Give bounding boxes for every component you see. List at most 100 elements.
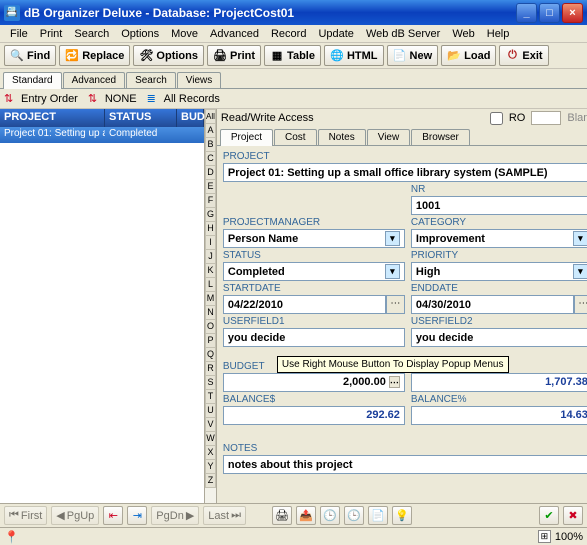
tab-standard[interactable]: Standard bbox=[3, 72, 62, 89]
tab-advanced[interactable]: Advanced bbox=[63, 72, 125, 88]
pgdn-button[interactable]: PgDn▶ bbox=[151, 506, 199, 525]
alpha-v[interactable]: V bbox=[205, 417, 216, 432]
menu-advanced[interactable]: Advanced bbox=[204, 26, 265, 42]
menu-print[interactable]: Print bbox=[34, 26, 69, 42]
ellipsis-icon[interactable]: ⋯ bbox=[389, 376, 400, 388]
alpha-e[interactable]: E bbox=[205, 179, 216, 194]
last-button[interactable]: Last⏭ bbox=[203, 506, 246, 525]
new-button[interactable]: 📄New bbox=[387, 45, 439, 66]
col-status[interactable]: STATUS bbox=[105, 109, 177, 127]
check-icon-button[interactable]: ✔ bbox=[539, 506, 559, 525]
alpha-k[interactable]: K bbox=[205, 263, 216, 278]
alpha-c[interactable]: C bbox=[205, 151, 216, 166]
clock2-icon-button[interactable]: 🕒 bbox=[344, 506, 364, 525]
alpha-a[interactable]: A bbox=[205, 123, 216, 138]
col-project[interactable]: PROJECT bbox=[0, 109, 105, 127]
tab-views[interactable]: Views bbox=[177, 72, 222, 88]
alpha-all[interactable]: All bbox=[205, 109, 216, 124]
category-select[interactable]: Improvement▾ bbox=[411, 229, 587, 248]
alpha-p[interactable]: P bbox=[205, 333, 216, 348]
alpha-r[interactable]: R bbox=[205, 361, 216, 376]
startdate-field[interactable] bbox=[223, 295, 386, 314]
exit-button[interactable]: ⏻Exit bbox=[499, 45, 548, 66]
userfield2-field[interactable] bbox=[411, 328, 587, 347]
alpha-f[interactable]: F bbox=[205, 193, 216, 208]
alpha-n[interactable]: N bbox=[205, 305, 216, 320]
tab-view[interactable]: View bbox=[367, 129, 411, 145]
next-record-icon[interactable]: ⇥ bbox=[127, 506, 147, 525]
alpha-u[interactable]: U bbox=[205, 403, 216, 418]
filter-none-button[interactable]: ⇅NONE bbox=[88, 92, 137, 106]
find-button[interactable]: 🔍Find bbox=[4, 45, 56, 66]
maximize-button[interactable]: □ bbox=[539, 3, 560, 23]
menu-options[interactable]: Options bbox=[115, 26, 165, 42]
menu-help[interactable]: Help bbox=[481, 26, 516, 42]
menu-move[interactable]: Move bbox=[165, 26, 204, 42]
menu-web[interactable]: Web bbox=[446, 26, 480, 42]
minimize-button[interactable]: _ bbox=[516, 3, 537, 23]
alpha-z[interactable]: Z bbox=[205, 473, 216, 488]
pgup-button[interactable]: ◀PgUp bbox=[51, 506, 99, 525]
alpha-l[interactable]: L bbox=[205, 277, 216, 292]
load-button[interactable]: 📂Load bbox=[441, 45, 496, 66]
all-records-button[interactable]: ≣All Records bbox=[147, 92, 220, 106]
col-bud[interactable]: BUD bbox=[177, 109, 204, 127]
tab-browser[interactable]: Browser bbox=[411, 129, 470, 145]
date-picker-icon[interactable]: ⋯ bbox=[386, 295, 405, 314]
menu-file[interactable]: File bbox=[4, 26, 34, 42]
notes-field[interactable] bbox=[223, 455, 587, 474]
alpha-o[interactable]: O bbox=[205, 319, 216, 334]
list-rows[interactable]: Project 01: Setting up a Completed bbox=[0, 127, 204, 503]
export-icon-button[interactable]: 📤 bbox=[296, 506, 316, 525]
budget-field[interactable]: 2,000.00 ⋯ bbox=[223, 373, 405, 392]
enddate-field[interactable] bbox=[411, 295, 574, 314]
menu-webdbserver[interactable]: Web dB Server bbox=[360, 26, 446, 42]
alpha-j[interactable]: J bbox=[205, 249, 216, 264]
pm-select[interactable]: Person Name▾ bbox=[223, 229, 405, 248]
status-select[interactable]: Completed▾ bbox=[223, 262, 405, 281]
alpha-s[interactable]: S bbox=[205, 375, 216, 390]
project-field[interactable] bbox=[223, 163, 587, 182]
menu-update[interactable]: Update bbox=[312, 26, 359, 42]
prev-record-icon[interactable]: ⇤ bbox=[103, 506, 123, 525]
table-button[interactable]: ▦Table bbox=[264, 45, 321, 66]
alpha-x[interactable]: X bbox=[205, 445, 216, 460]
ro-field[interactable] bbox=[531, 111, 561, 125]
date-picker-icon[interactable]: ⋯ bbox=[574, 295, 587, 314]
alpha-q[interactable]: Q bbox=[205, 347, 216, 362]
alpha-i[interactable]: I bbox=[205, 235, 216, 250]
alpha-y[interactable]: Y bbox=[205, 459, 216, 474]
menu-record[interactable]: Record bbox=[265, 26, 312, 42]
print-icon-button[interactable]: 🖨 bbox=[272, 506, 292, 525]
doc-icon-button[interactable]: 📄 bbox=[368, 506, 388, 525]
priority-select[interactable]: High▾ bbox=[411, 262, 587, 281]
print-button[interactable]: 🖨Print bbox=[207, 45, 261, 66]
entry-order-button[interactable]: ⇅Entry Order bbox=[4, 92, 78, 106]
alpha-w[interactable]: W bbox=[205, 431, 216, 446]
alpha-g[interactable]: G bbox=[205, 207, 216, 222]
list-row[interactable]: Project 01: Setting up a Completed bbox=[0, 127, 204, 143]
alpha-m[interactable]: M bbox=[205, 291, 216, 306]
close-button[interactable]: × bbox=[562, 3, 583, 23]
alpha-t[interactable]: T bbox=[205, 389, 216, 404]
menu-search[interactable]: Search bbox=[68, 26, 115, 42]
alpha-b[interactable]: B bbox=[205, 137, 216, 152]
html-button[interactable]: 🌐HTML bbox=[324, 45, 384, 66]
bulb-icon-button[interactable]: 💡 bbox=[392, 506, 412, 525]
userfield1-field[interactable] bbox=[223, 328, 405, 347]
alpha-h[interactable]: H bbox=[205, 221, 216, 236]
tab-project[interactable]: Project bbox=[220, 129, 273, 146]
alpha-d[interactable]: D bbox=[205, 165, 216, 180]
cancel-icon-button[interactable]: ✖ bbox=[563, 506, 583, 525]
first-button[interactable]: ⏮First bbox=[4, 506, 47, 525]
clock-icon-button[interactable]: 🕒 bbox=[320, 506, 340, 525]
options-button[interactable]: 🛠Options bbox=[133, 45, 204, 66]
tab-search[interactable]: Search bbox=[126, 72, 176, 88]
replace-button[interactable]: 🔁Replace bbox=[59, 45, 130, 66]
pin-icon[interactable]: 📍 bbox=[4, 530, 19, 544]
tab-notes[interactable]: Notes bbox=[318, 129, 366, 145]
ro-checkbox[interactable] bbox=[490, 112, 503, 125]
nr-field[interactable] bbox=[411, 196, 587, 215]
tab-cost[interactable]: Cost bbox=[274, 129, 317, 145]
zoom-icon[interactable]: ⊞ bbox=[538, 530, 551, 543]
